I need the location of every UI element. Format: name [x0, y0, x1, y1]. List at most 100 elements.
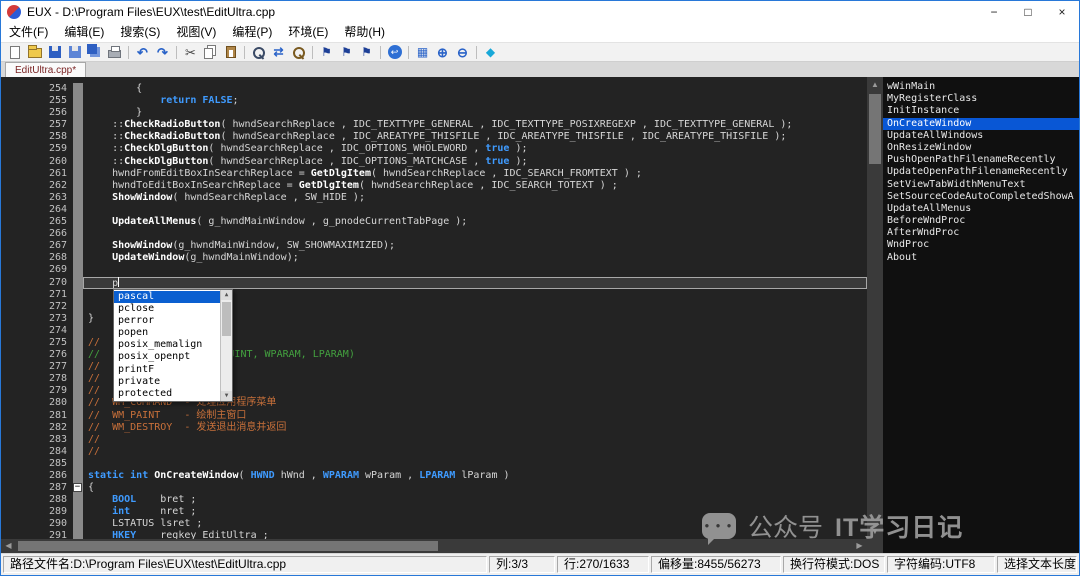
menu-edit[interactable]: 编辑(E) — [56, 23, 112, 42]
menu-view[interactable]: 视图(V) — [168, 23, 224, 42]
editor-line[interactable]: 288 BOOL bret ; — [1, 494, 867, 506]
function-list-item[interactable]: InitInstance — [883, 105, 1079, 117]
scroll-up-button[interactable]: ▲ — [867, 77, 883, 92]
editor-line[interactable]: 255 return FALSE; — [1, 95, 867, 107]
save-button[interactable] — [45, 43, 64, 61]
function-list-item[interactable]: SetSourceCodeAutoCompletedShowA — [883, 191, 1079, 203]
autocomplete-scroll-thumb[interactable] — [222, 302, 231, 336]
line-number: 259 — [1, 143, 73, 155]
autocomplete-item[interactable]: posix_openpt — [114, 351, 220, 363]
close-button[interactable]: × — [1045, 1, 1079, 23]
function-list-item[interactable]: UpdateAllWindows — [883, 130, 1079, 142]
bookmark-toggle-button[interactable]: ⚑ — [317, 43, 336, 61]
autocomplete-scroll-track[interactable] — [221, 300, 232, 391]
function-list-item[interactable]: WndProc — [883, 239, 1079, 251]
maximize-button[interactable]: □ — [1011, 1, 1045, 23]
editor-line[interactable]: 270 p — [1, 277, 867, 289]
function-list-item[interactable]: AfterWndProc — [883, 227, 1079, 239]
zoom-out-button[interactable]: ⊖ — [453, 43, 472, 61]
menu-program[interactable]: 编程(P) — [224, 23, 280, 42]
autocomplete-scroll-up[interactable]: ▲ — [221, 290, 232, 300]
replace-button[interactable]: ⇄ — [269, 43, 288, 61]
function-list-item[interactable]: MyRegisterClass — [883, 93, 1079, 105]
paste-button[interactable] — [221, 43, 240, 61]
editor-vertical-scrollbar[interactable]: ▲ ▼ — [867, 77, 883, 539]
editor-line[interactable]: 258 ::CheckRadioButton( hwndSearchReplac… — [1, 131, 867, 143]
editor-line[interactable]: 282// WM_DESTROY - 发送退出消息并返回 — [1, 422, 867, 434]
editor-line[interactable]: 262 hwndToEditBoxInSearchReplace = GetDl… — [1, 180, 867, 192]
horizontal-scroll-thumb[interactable] — [18, 541, 438, 551]
vertical-scroll-track[interactable] — [867, 92, 883, 524]
editor-line[interactable]: 284// — [1, 446, 867, 458]
editor-line[interactable]: 257 ::CheckRadioButton( hwndSearchReplac… — [1, 119, 867, 131]
print-button[interactable] — [105, 43, 124, 61]
save-as-button[interactable] — [65, 43, 84, 61]
copy-button[interactable] — [201, 43, 220, 61]
editor-line[interactable]: 256 } — [1, 107, 867, 119]
find-button[interactable] — [249, 43, 268, 61]
editor-line[interactable]: 259 ::CheckDlgButton( hwndSearchReplace … — [1, 143, 867, 155]
editor-line[interactable]: 287−{ — [1, 482, 867, 494]
back-button[interactable]: ↩ — [385, 43, 404, 61]
autocomplete-item[interactable]: protected — [114, 388, 220, 400]
function-list-item[interactable]: UpdateOpenPathFilenameRecently — [883, 166, 1079, 178]
menu-help[interactable]: 帮助(H) — [336, 23, 393, 42]
fold-marker-icon[interactable]: − — [73, 483, 82, 492]
editor-line[interactable]: 263 ShowWindow( hwndSearchReplace , SW_H… — [1, 192, 867, 204]
autocomplete-item[interactable]: pascal — [114, 291, 220, 303]
autocomplete-item[interactable]: posix_memalign — [114, 339, 220, 351]
redo-button[interactable]: ↷ — [153, 43, 172, 61]
menu-file[interactable]: 文件(F) — [1, 23, 56, 42]
function-list-item[interactable]: About — [883, 252, 1079, 264]
code-editor[interactable]: 254 {255 return FALSE;256 }257 ::CheckRa… — [1, 77, 867, 539]
menu-environment[interactable]: 环境(E) — [280, 23, 336, 42]
autocomplete-item[interactable]: private — [114, 376, 220, 388]
scroll-left-button[interactable]: ◀ — [1, 539, 16, 553]
find-in-files-button[interactable] — [289, 43, 308, 61]
environment-settings-button[interactable]: ◆ — [481, 43, 500, 61]
cut-button[interactable]: ✂ — [181, 43, 200, 61]
split-window-button[interactable]: ▦ — [413, 43, 432, 61]
editor-line-body: return FALSE; — [73, 95, 867, 107]
open-folder-button[interactable] — [25, 43, 44, 61]
menu-search[interactable]: 搜索(S) — [112, 23, 168, 42]
minimize-button[interactable]: − — [977, 1, 1011, 23]
editor-line[interactable]: 281// WM_PAINT - 绘制主窗口 — [1, 410, 867, 422]
bookmark-prev-button[interactable]: ⚑ — [357, 43, 376, 61]
save-all-button[interactable] — [85, 43, 104, 61]
editor-line[interactable]: 265 UpdateAllMenus( g_hwndMainWindow , g… — [1, 216, 867, 228]
autocomplete-scroll-down[interactable]: ▼ — [221, 391, 232, 401]
fold-margin — [73, 518, 83, 530]
function-list-item[interactable]: UpdateAllMenus — [883, 203, 1079, 215]
autocomplete-item[interactable]: popen — [114, 327, 220, 339]
function-list-item[interactable]: OnResizeWindow — [883, 142, 1079, 154]
editor-line[interactable]: 268 UpdateWindow(g_hwndMainWindow); — [1, 252, 867, 264]
autocomplete-scrollbar[interactable]: ▲▼ — [220, 290, 232, 401]
editor-line[interactable]: 261 hwndFromEditBoxInSearchReplace = Get… — [1, 168, 867, 180]
editor-line[interactable]: 267 ShowWindow(g_hwndMainWindow, SW_SHOW… — [1, 240, 867, 252]
function-list-item[interactable]: OnCreateWindow — [883, 118, 1079, 130]
autocomplete-item[interactable]: printF — [114, 364, 220, 376]
editor-line[interactable]: 269 — [1, 264, 867, 276]
function-list-item[interactable]: wWinMain — [883, 81, 1079, 93]
split-window-icon: ▦ — [417, 46, 428, 58]
editor-line[interactable]: 283// — [1, 434, 867, 446]
editor-line[interactable]: 285 — [1, 458, 867, 470]
function-list-item[interactable]: PushOpenPathFilenameRecently — [883, 154, 1079, 166]
editor-line[interactable]: 266 — [1, 228, 867, 240]
bookmark-next-button[interactable]: ⚑ — [337, 43, 356, 61]
editor-line[interactable]: 260 ::CheckDlgButton( hwndSearchReplace … — [1, 156, 867, 168]
autocomplete-item[interactable]: pclose — [114, 303, 220, 315]
editor-line[interactable]: 286static int OnCreateWindow( HWND hWnd … — [1, 470, 867, 482]
vertical-scroll-thumb[interactable] — [869, 94, 881, 164]
autocomplete-item[interactable]: perror — [114, 315, 220, 327]
tab-editultra-cpp[interactable]: EditUltra.cpp* — [5, 62, 86, 77]
function-list-item[interactable]: SetViewTabWidthMenuText — [883, 179, 1079, 191]
function-list-item[interactable]: BeforeWndProc — [883, 215, 1079, 227]
editor-line[interactable]: 264 — [1, 204, 867, 216]
line-number: 254 — [1, 83, 73, 95]
new-file-button[interactable] — [5, 43, 24, 61]
undo-button[interactable]: ↶ — [133, 43, 152, 61]
editor-line[interactable]: 254 { — [1, 83, 867, 95]
zoom-in-button[interactable]: ⊕ — [433, 43, 452, 61]
